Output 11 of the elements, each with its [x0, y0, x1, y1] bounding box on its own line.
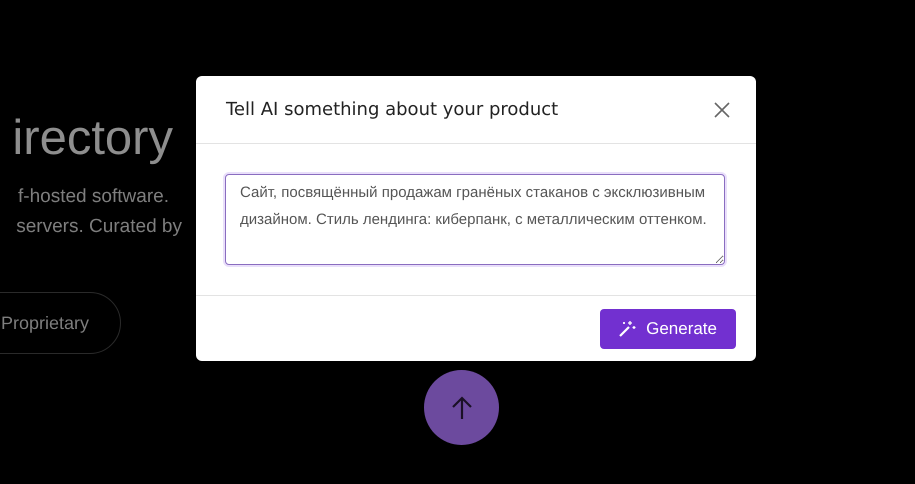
page-heading: irectory: [12, 110, 174, 167]
dialog-title: Tell AI something about your product: [226, 99, 558, 120]
filter-pill[interactable]: Proprietary: [0, 292, 122, 354]
description-text: servers. Curated by: [16, 215, 182, 239]
close-icon: [714, 102, 730, 118]
description-text: f-hosted software.: [18, 185, 170, 209]
close-button[interactable]: [714, 102, 730, 118]
arrow-up-icon: [450, 396, 472, 420]
generate-button[interactable]: Generate: [600, 309, 736, 349]
prompt-field[interactable]: Сайт, посвящённый продажам гранёных стаканов с эксклюзивным дизайном. Стиль лендинга: киберпанк, с металлическим оттенком.: [225, 174, 725, 265]
magic-wand-icon: [618, 320, 636, 338]
